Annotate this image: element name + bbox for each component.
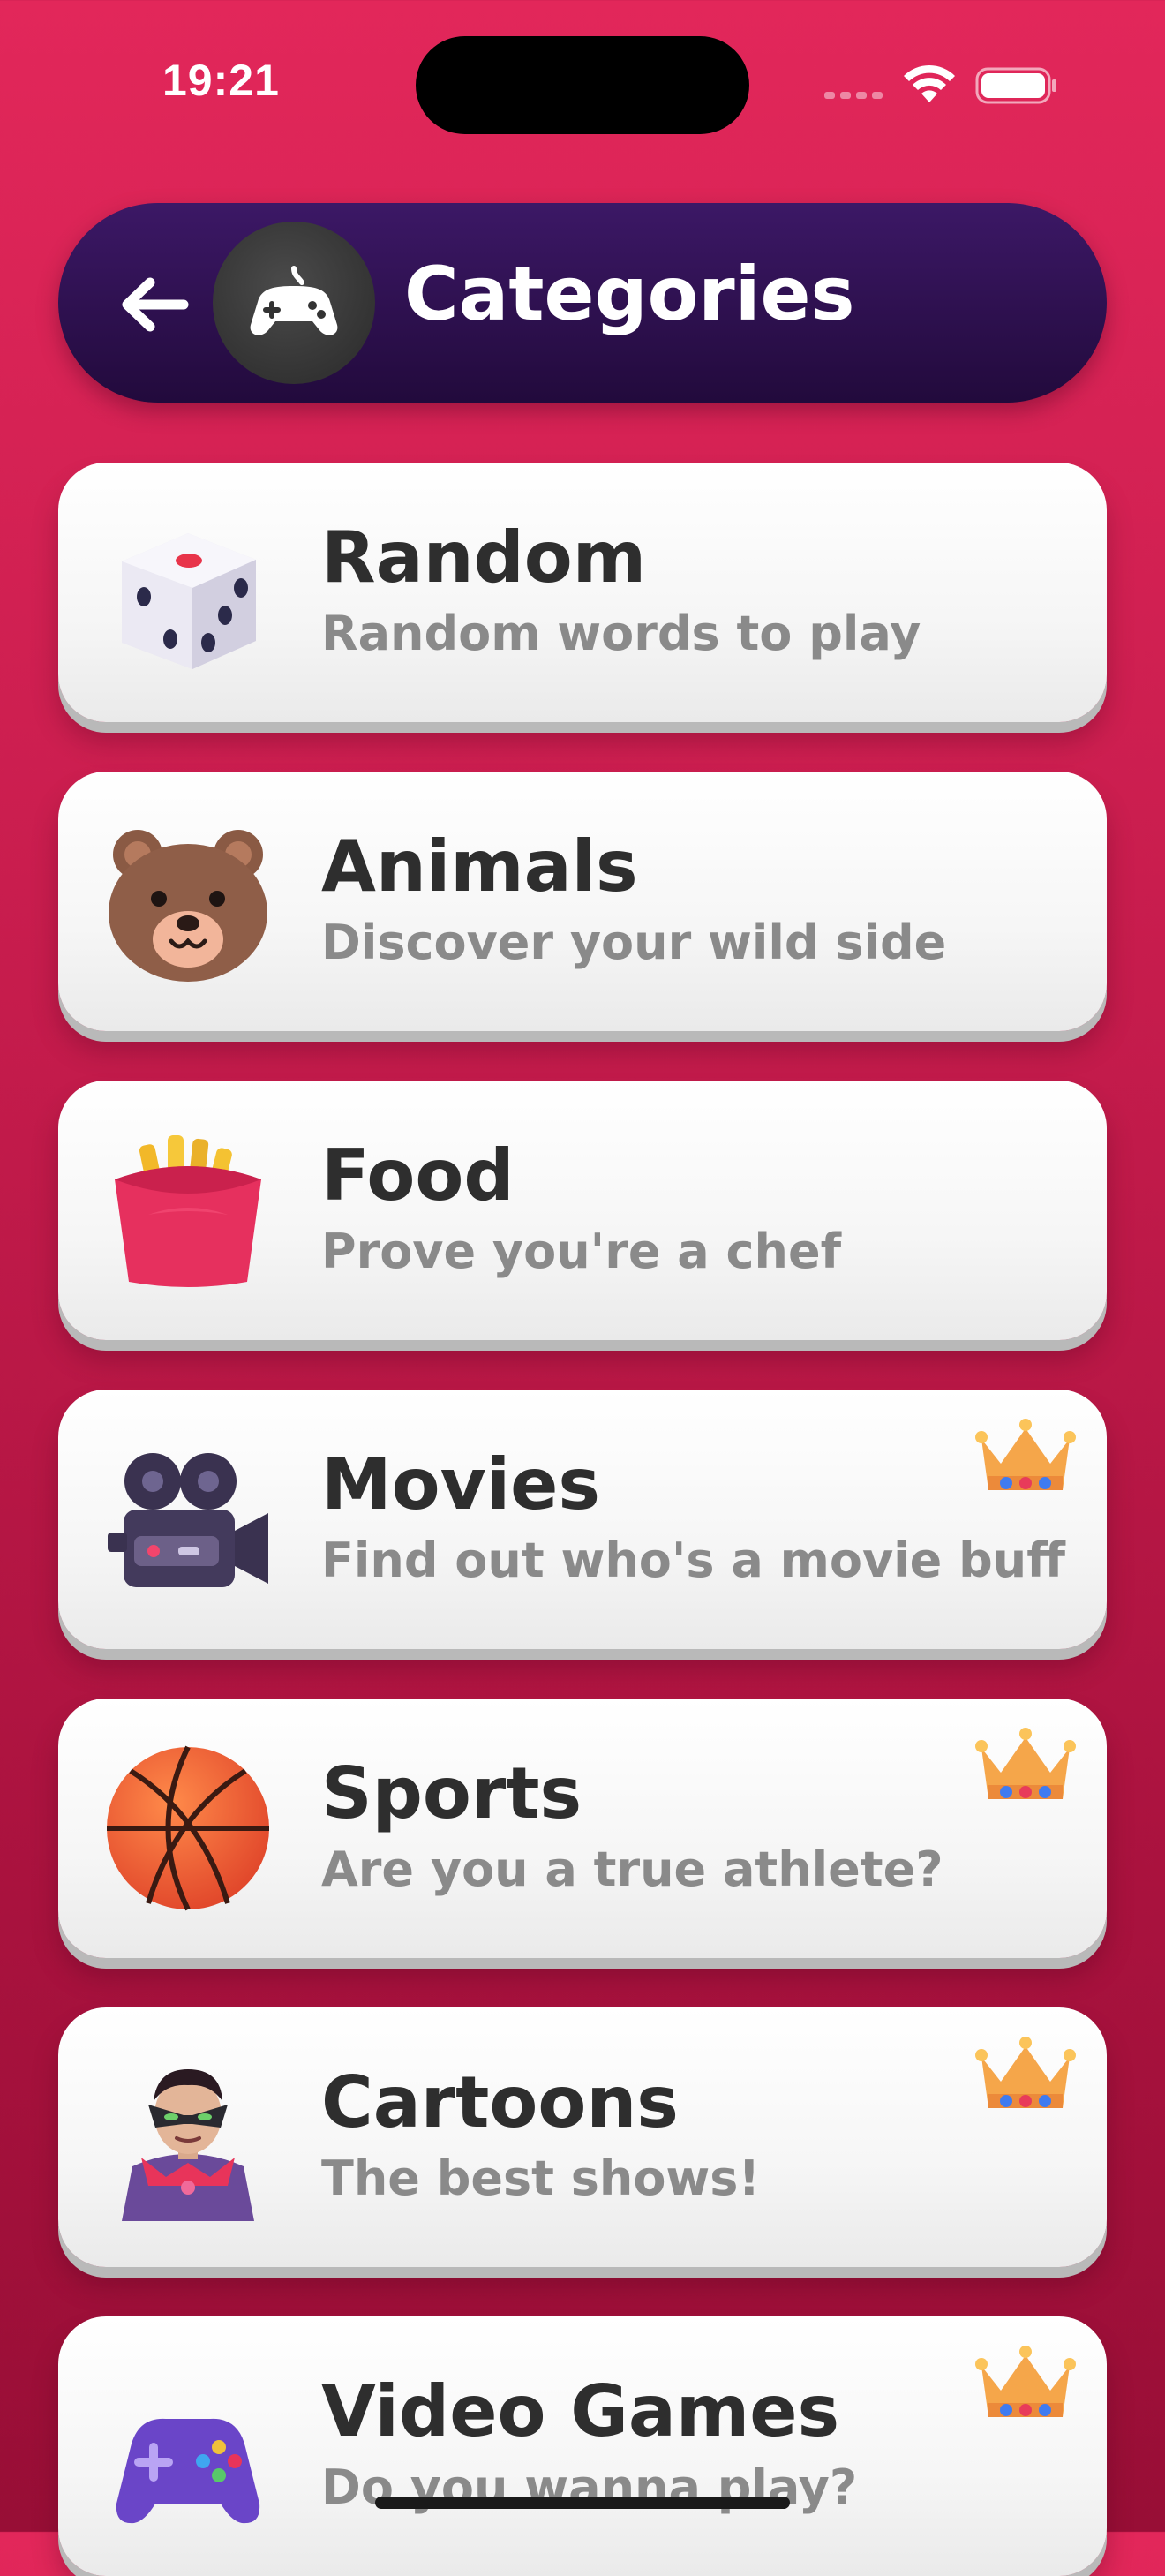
status-time: 19:21: [162, 56, 280, 105]
category-card-random[interactable]: Random Random words to play: [58, 463, 1107, 722]
category-card-video-games[interactable]: Video Games Do you wanna play?: [58, 2316, 1107, 2576]
crown-premium-icon: [975, 2037, 1076, 2108]
category-subtitle: Discover your wild side: [321, 915, 947, 970]
category-title: Movies: [321, 1443, 601, 1525]
category-title: Video Games: [321, 2370, 840, 2452]
category-subtitle: Are you a true athlete?: [321, 1842, 943, 1897]
home-indicator[interactable]: [375, 2497, 790, 2509]
category-card-food[interactable]: Food Prove you're a chef: [58, 1081, 1107, 1340]
category-title: Food: [321, 1134, 515, 1216]
category-card-sports[interactable]: Sports Are you a true athlete?: [58, 1699, 1107, 1958]
header-avatar: [213, 222, 375, 384]
gamepad-icon: [250, 266, 338, 335]
french-fries-icon: [115, 1135, 261, 1287]
crown-premium-icon: [975, 2346, 1076, 2417]
dynamic-island: [416, 36, 749, 134]
category-title: Cartoons: [321, 2061, 679, 2143]
battery-icon: [975, 67, 1056, 104]
cellular-signal-icon: [824, 92, 883, 99]
category-subtitle: Prove you're a chef: [321, 1224, 842, 1279]
category-title: Animals: [321, 825, 638, 908]
category-subtitle: The best shows!: [321, 2150, 761, 2206]
basketball-icon: [107, 1745, 269, 1911]
category-card-animals[interactable]: Animals Discover your wild side: [58, 772, 1107, 1031]
category-subtitle: Find out who's a movie buff: [321, 1533, 1065, 1588]
dice-icon: [122, 533, 256, 669]
supervillain-icon: [122, 2069, 254, 2221]
wifi-icon: [904, 64, 955, 102]
crown-premium-icon: [975, 1728, 1076, 1799]
crown-premium-icon: [975, 1419, 1076, 1490]
category-subtitle: Random words to play: [321, 606, 921, 661]
arrow-left-icon[interactable]: [113, 265, 192, 344]
category-title: Random: [321, 516, 647, 599]
page-title: Categories: [404, 251, 855, 337]
movie-camera-icon: [108, 1453, 268, 1587]
category-card-movies[interactable]: Movies Find out who's a movie buff: [58, 1390, 1107, 1649]
category-title: Sports: [321, 1752, 582, 1834]
video-game-controller-icon: [116, 2418, 260, 2524]
bear-face-icon: [109, 830, 267, 982]
category-card-cartoons[interactable]: Cartoons The best shows!: [58, 2007, 1107, 2267]
